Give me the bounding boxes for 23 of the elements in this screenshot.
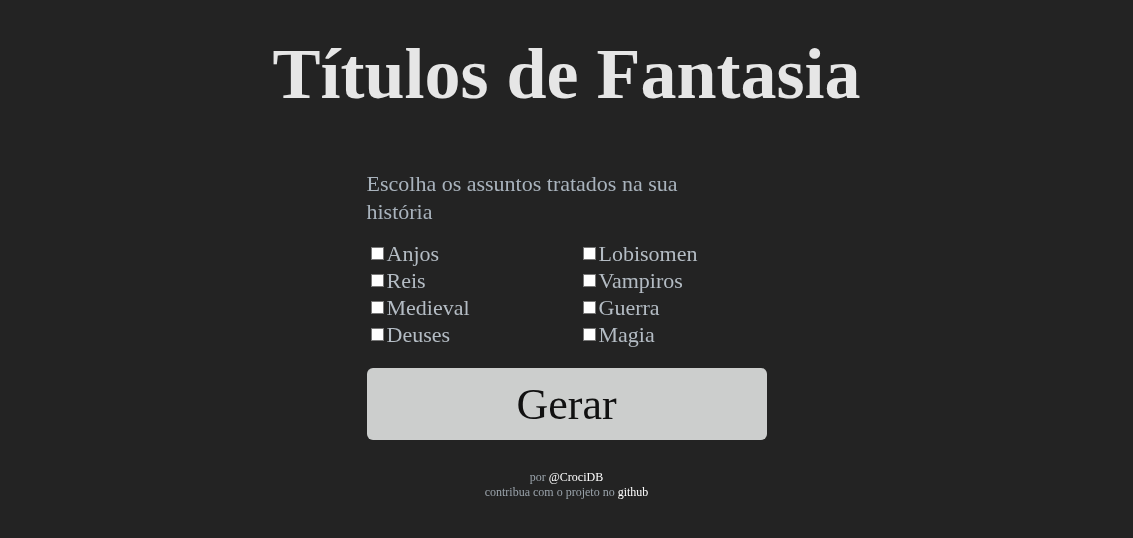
topic-label: Reis	[386, 267, 426, 294]
footer-link[interactable]: @CrociDB	[548, 470, 604, 484]
footer-text: contribua com o projeto no github	[484, 485, 649, 500]
topic-label: Lobisomen	[598, 240, 698, 267]
checkbox[interactable]	[582, 247, 596, 260]
footer-text: por @CrociDB	[529, 470, 604, 485]
checkbox[interactable]	[370, 274, 384, 287]
topic-label: Anjos	[386, 240, 440, 267]
topic-label: Vampiros	[598, 267, 683, 294]
page-title: Títulos de Fantasia	[272, 38, 861, 110]
topic-label: Guerra	[598, 294, 660, 321]
checkbox[interactable]	[370, 247, 384, 260]
checkbox[interactable]	[582, 301, 596, 314]
checkbox[interactable]	[370, 301, 384, 314]
checkbox[interactable]	[582, 274, 596, 287]
prompt-text: Escolha os assuntos tratados na sua história	[366, 170, 679, 226]
checkbox[interactable]	[582, 328, 596, 341]
checkbox[interactable]	[370, 328, 384, 341]
footer-link[interactable]: github	[617, 485, 649, 499]
topic-label: Medieval	[386, 294, 470, 321]
topic-label: Magia	[598, 321, 655, 348]
topic-label: Deuses	[386, 321, 451, 348]
generate-button[interactable]: Gerar	[366, 368, 767, 440]
